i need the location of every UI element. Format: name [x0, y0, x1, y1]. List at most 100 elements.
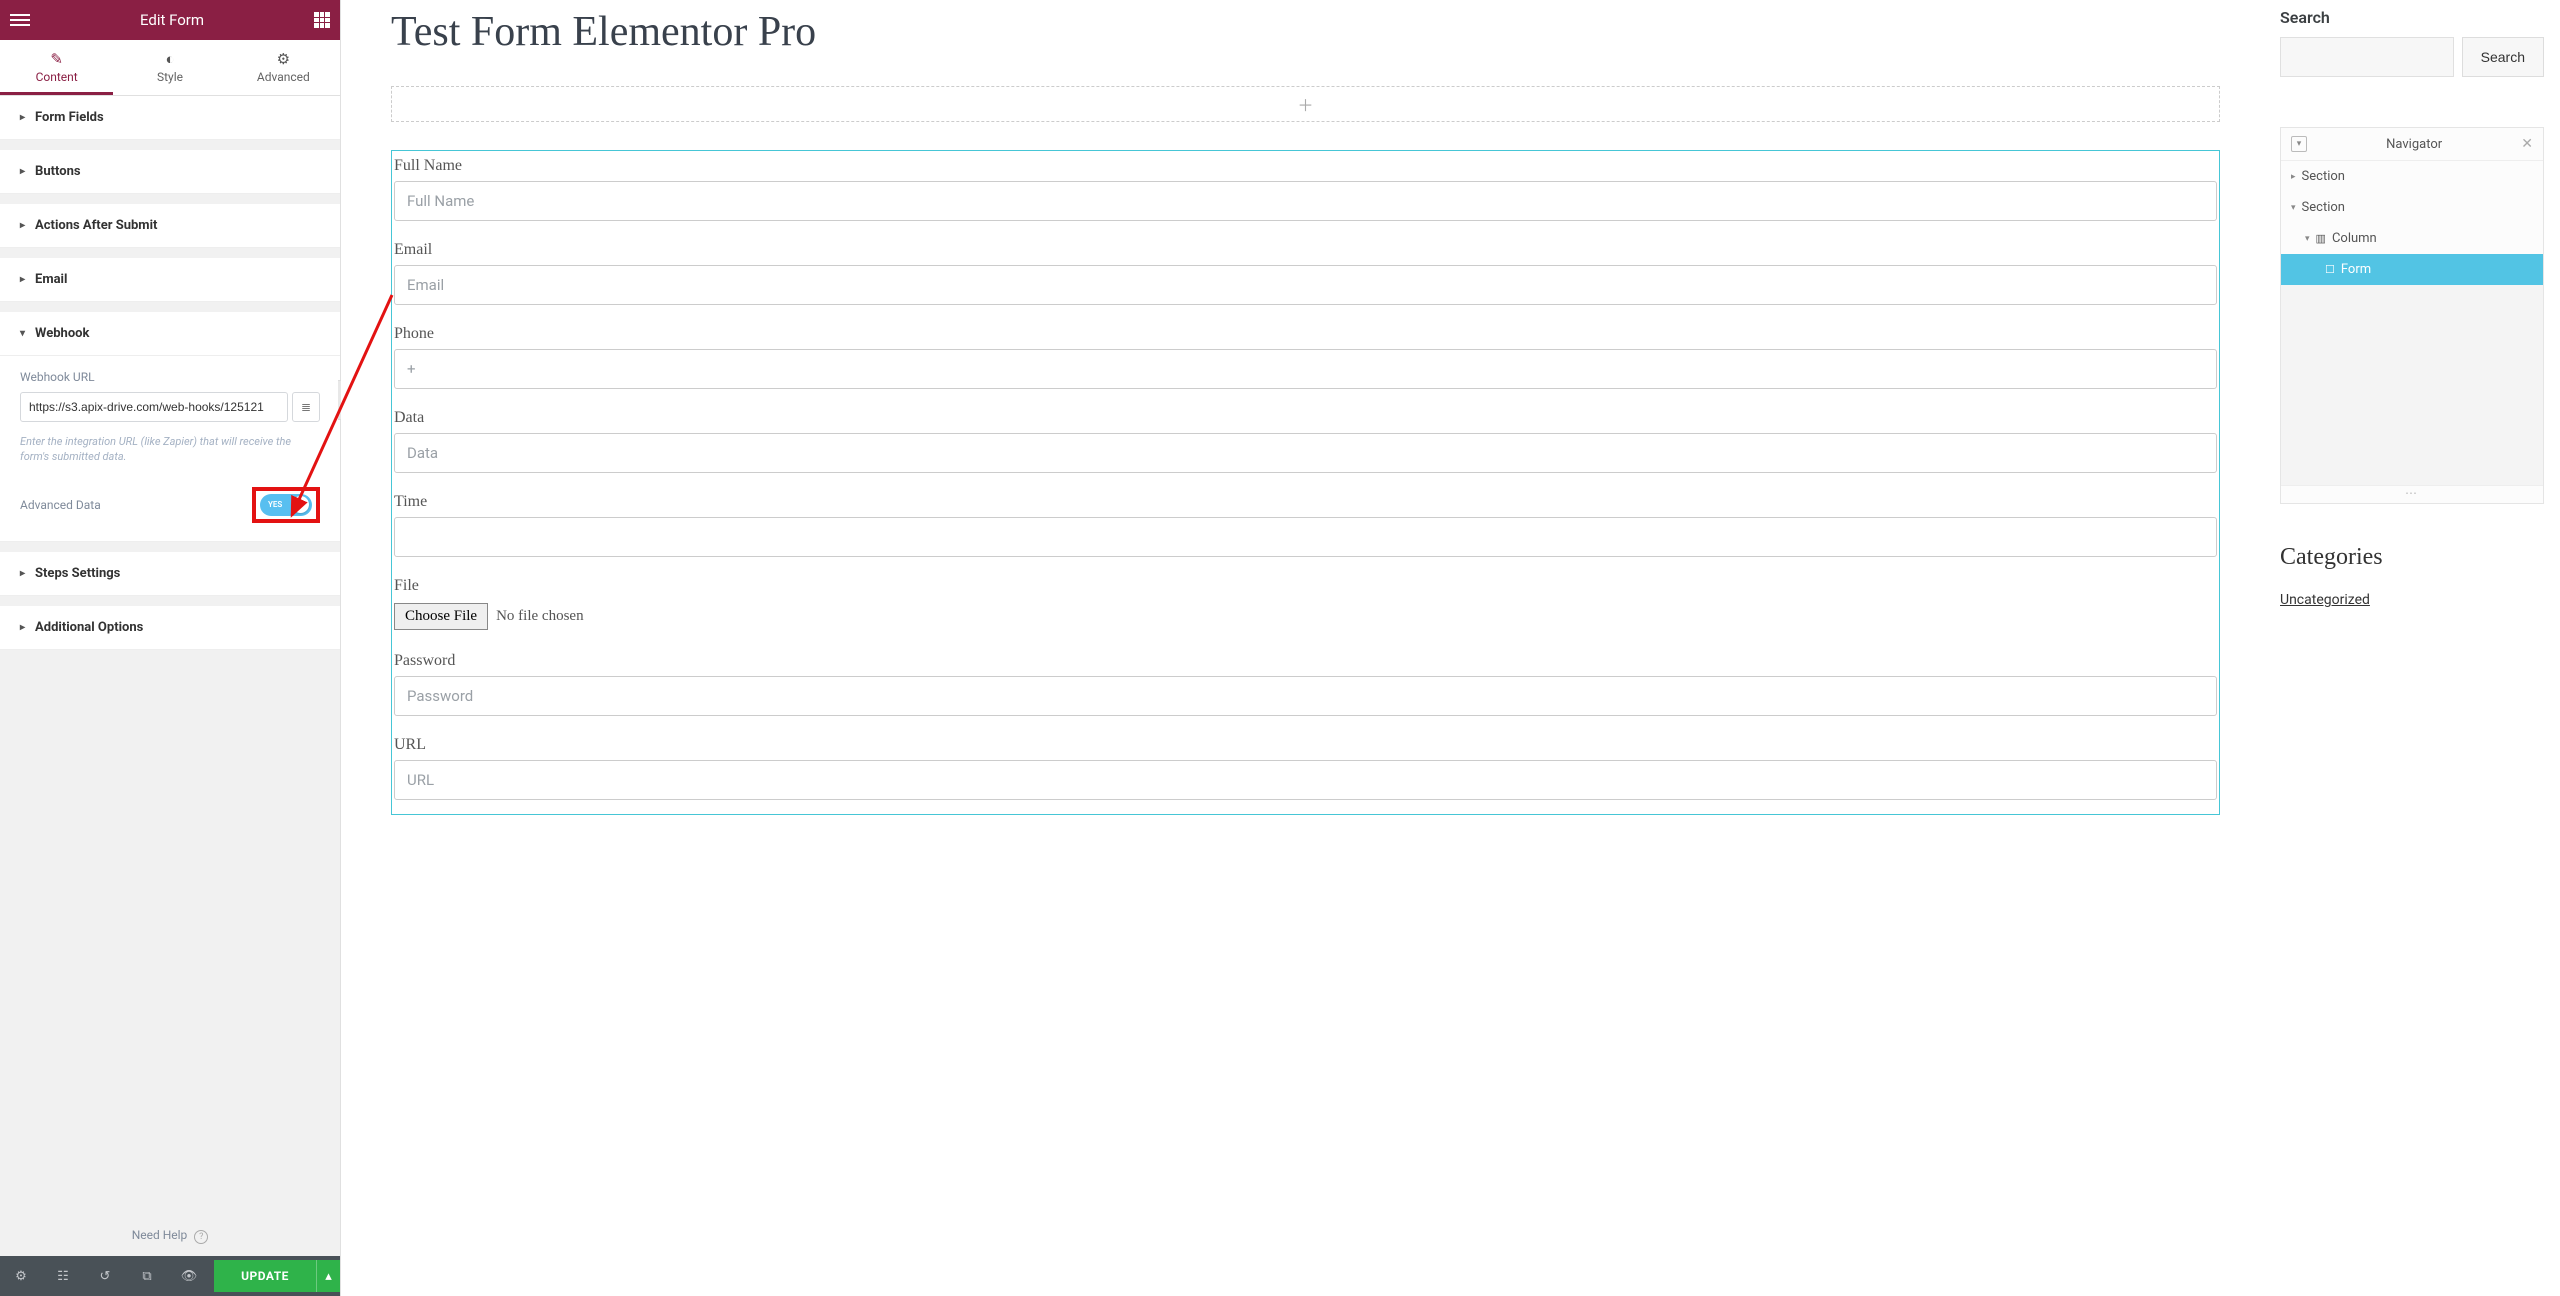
- email-input[interactable]: [394, 265, 2217, 305]
- page-sidebar: Search Search ▾ Navigator ✕ ▸ Section ▾ …: [2270, 0, 2560, 1296]
- field-label-email: Email: [392, 241, 2219, 265]
- field-label-phone: Phone: [392, 325, 2219, 349]
- choose-file-button[interactable]: Choose File: [394, 603, 488, 630]
- section-form-fields[interactable]: Form Fields: [0, 96, 340, 140]
- database-icon: ≣: [301, 400, 311, 414]
- panel-footer: ⚙ ☷ ↺ ⧉ 👁 UPDATE ▴: [0, 1256, 340, 1296]
- caret-right-icon: ▸: [2291, 172, 2296, 182]
- eye-icon: 👁: [181, 1269, 198, 1284]
- navigator-collapse-all[interactable]: ▾: [2291, 136, 2307, 152]
- tab-label: Advanced: [257, 70, 310, 84]
- footer-settings-button[interactable]: ⚙: [0, 1256, 42, 1296]
- footer-responsive-button[interactable]: ⧉: [126, 1256, 168, 1296]
- plus-icon: ＋: [1297, 92, 1313, 116]
- form-widget[interactable]: Full Name Email Phone Data Time File: [391, 150, 2220, 815]
- footer-preview-button[interactable]: 👁: [168, 1256, 210, 1296]
- nav-item-label: Section: [2302, 169, 2345, 184]
- navigator-empty-area: [2281, 285, 2543, 485]
- navigator-title: Navigator: [2307, 137, 2521, 152]
- navigator-tree: ▸ Section ▾ Section ▾ ▥ Column ☐ Form: [2281, 161, 2543, 285]
- column-icon: ▥: [2316, 232, 2326, 245]
- close-icon: ✕: [2521, 136, 2533, 152]
- data-input[interactable]: [394, 433, 2217, 473]
- footer-revisions-button[interactable]: ☷: [42, 1256, 84, 1296]
- advanced-data-toggle[interactable]: YES: [260, 494, 312, 516]
- gear-icon: ⚙: [15, 1269, 27, 1284]
- categories-block: Categories Uncategorized: [2280, 544, 2544, 608]
- field-label-time: Time: [392, 493, 2219, 517]
- annotation-highlight: YES: [252, 487, 320, 523]
- section-webhook[interactable]: Webhook: [0, 312, 340, 356]
- section-actions-after-submit[interactable]: Actions After Submit: [0, 204, 340, 248]
- caret-down-icon: ▾: [2297, 139, 2302, 149]
- search-heading: Search: [2280, 8, 2544, 27]
- section-webhook-body: Webhook URL ≣ Enter the integration URL …: [0, 356, 340, 542]
- add-section-button[interactable]: ＋: [391, 86, 2220, 122]
- nav-item-label: Section: [2302, 200, 2345, 215]
- nav-item-column[interactable]: ▾ ▥ Column: [2281, 223, 2543, 254]
- field-label-file: File: [392, 577, 2219, 601]
- nav-item-section[interactable]: ▸ Section: [2281, 161, 2543, 192]
- toggle-yes-text: YES: [268, 500, 282, 509]
- nav-item-label: Form: [2341, 262, 2371, 277]
- field-label-password: Password: [392, 652, 2219, 676]
- phone-input[interactable]: [394, 349, 2217, 389]
- layers-icon: ☷: [57, 1269, 69, 1284]
- caret-down-icon: ▾: [2291, 203, 2296, 213]
- tab-advanced[interactable]: ⚙ Advanced: [227, 40, 340, 95]
- search-input[interactable]: [2280, 37, 2454, 77]
- need-help-text: Need Help: [132, 1228, 188, 1242]
- tab-label: Style: [157, 70, 183, 84]
- tab-content[interactable]: ✎ Content: [0, 40, 113, 95]
- devices-icon: ⧉: [142, 1269, 151, 1284]
- contrast-circle-icon: ◐: [113, 50, 226, 68]
- editor-canvas[interactable]: Test Form Elementor Pro ＋ Full Name Emai…: [341, 0, 2270, 1296]
- need-help[interactable]: Need Help ?: [0, 1216, 340, 1256]
- category-link-uncategorized[interactable]: Uncategorized: [2280, 592, 2370, 608]
- editor-panel: Edit Form ✎ Content ◐ Style ⚙ Advanced F…: [0, 0, 341, 1296]
- field-label-data: Data: [392, 409, 2219, 433]
- section-buttons[interactable]: Buttons: [0, 150, 340, 194]
- full-name-input[interactable]: [394, 181, 2217, 221]
- webhook-url-input[interactable]: [20, 392, 288, 422]
- tab-style[interactable]: ◐ Style: [113, 40, 226, 95]
- history-icon: ↺: [100, 1269, 111, 1284]
- panel-tabs: ✎ Content ◐ Style ⚙ Advanced: [0, 40, 340, 96]
- update-options-button[interactable]: ▴: [316, 1260, 340, 1292]
- caret-up-icon: ▴: [325, 1269, 332, 1284]
- field-label-full-name: Full Name: [392, 157, 2219, 181]
- footer-history-button[interactable]: ↺: [84, 1256, 126, 1296]
- panel-title: Edit Form: [30, 11, 314, 29]
- search-button[interactable]: Search: [2462, 37, 2544, 77]
- advanced-data-label: Advanced Data: [20, 498, 101, 512]
- pencil-icon: ✎: [0, 50, 113, 68]
- help-question-icon: ?: [194, 1230, 208, 1244]
- password-input[interactable]: [394, 676, 2217, 716]
- section-email[interactable]: Email: [0, 258, 340, 302]
- navigator-panel: ▾ Navigator ✕ ▸ Section ▾ Section ▾ ▥ Co…: [2280, 127, 2544, 504]
- time-input[interactable]: [394, 517, 2217, 557]
- section-additional-options[interactable]: Additional Options: [0, 606, 340, 650]
- file-chosen-status: No file chosen: [496, 608, 583, 625]
- navigator-resize-handle[interactable]: ⋯: [2281, 485, 2543, 503]
- nav-item-section[interactable]: ▾ Section: [2281, 192, 2543, 223]
- tab-label: Content: [36, 70, 78, 84]
- categories-title: Categories: [2280, 544, 2544, 571]
- section-steps-settings[interactable]: Steps Settings: [0, 552, 340, 596]
- caret-down-icon: ▾: [2305, 234, 2310, 244]
- hamburger-icon[interactable]: [10, 14, 30, 26]
- nav-item-label: Column: [2332, 231, 2377, 246]
- nav-item-form[interactable]: ☐ Form: [2281, 254, 2543, 285]
- gear-icon: ⚙: [227, 50, 340, 68]
- navigator-close[interactable]: ✕: [2521, 136, 2533, 152]
- toggle-knob: [292, 496, 309, 513]
- widgets-grid-icon[interactable]: [314, 12, 330, 28]
- url-input[interactable]: [394, 760, 2217, 800]
- panel-sections-scroll[interactable]: Form Fields Buttons Actions After Submit…: [0, 96, 340, 1216]
- webhook-url-help: Enter the integration URL (like Zapier) …: [20, 434, 320, 465]
- dynamic-tags-button[interactable]: ≣: [292, 392, 320, 422]
- update-button[interactable]: UPDATE: [214, 1260, 316, 1292]
- page-title: Test Form Elementor Pro: [391, 8, 2220, 56]
- webhook-url-label: Webhook URL: [20, 370, 320, 384]
- field-label-url: URL: [392, 736, 2219, 760]
